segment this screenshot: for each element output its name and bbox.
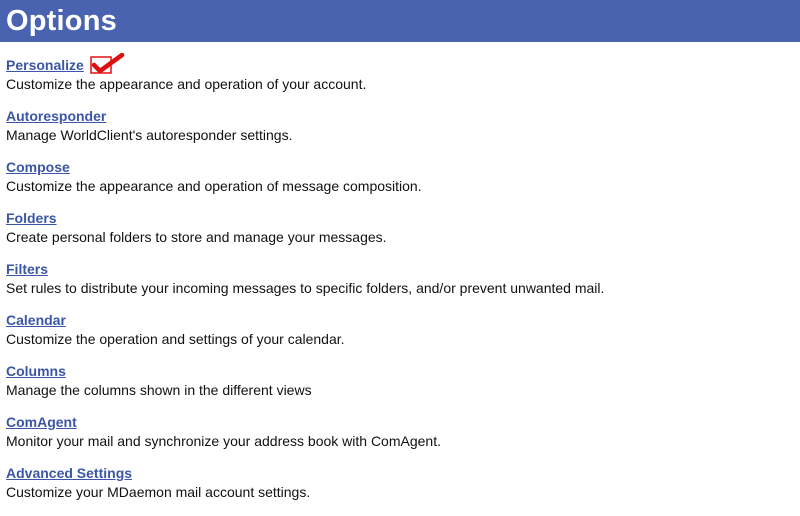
autoresponder-link[interactable]: Autoresponder xyxy=(6,108,106,124)
checkmark-annotation-icon xyxy=(90,53,125,74)
option-compose: Compose Customize the appearance and ope… xyxy=(6,159,796,210)
personalize-link[interactable]: Personalize xyxy=(6,57,84,73)
option-comagent: ComAgent Monitor your mail and synchroni… xyxy=(6,414,796,465)
calendar-description: Customize the operation and settings of … xyxy=(6,331,345,347)
filters-description: Set rules to distribute your incoming me… xyxy=(6,280,605,296)
option-folders: Folders Create personal folders to store… xyxy=(6,210,796,261)
advanced-settings-description: Customize your MDaemon mail account sett… xyxy=(6,484,311,500)
personalize-description: Customize the appearance and operation o… xyxy=(6,76,367,92)
autoresponder-description: Manage WorldClient's autoresponder setti… xyxy=(6,127,293,143)
option-autoresponder: Autoresponder Manage WorldClient's autor… xyxy=(6,108,796,159)
compose-description: Customize the appearance and operation o… xyxy=(6,178,422,194)
compose-link[interactable]: Compose xyxy=(6,159,70,175)
option-personalize: Personalize Customize the appearance and… xyxy=(6,53,796,108)
advanced-settings-link[interactable]: Advanced Settings xyxy=(6,465,132,481)
option-filters: Filters Set rules to distribute your inc… xyxy=(6,261,796,312)
columns-link[interactable]: Columns xyxy=(6,363,66,379)
option-advanced-settings: Advanced Settings Customize your MDaemon… xyxy=(6,465,796,516)
comagent-description: Monitor your mail and synchronize your a… xyxy=(6,433,441,449)
columns-description: Manage the columns shown in the differen… xyxy=(6,382,312,398)
calendar-link[interactable]: Calendar xyxy=(6,312,66,328)
option-calendar: Calendar Customize the operation and set… xyxy=(6,312,796,363)
option-columns: Columns Manage the columns shown in the … xyxy=(6,363,796,414)
folders-description: Create personal folders to store and man… xyxy=(6,229,387,245)
options-list: Personalize Customize the appearance and… xyxy=(6,53,796,516)
filters-link[interactable]: Filters xyxy=(6,261,48,277)
folders-link[interactable]: Folders xyxy=(6,210,57,226)
comagent-link[interactable]: ComAgent xyxy=(6,414,77,430)
options-header: Options xyxy=(0,0,800,42)
page-title: Options xyxy=(6,5,117,37)
